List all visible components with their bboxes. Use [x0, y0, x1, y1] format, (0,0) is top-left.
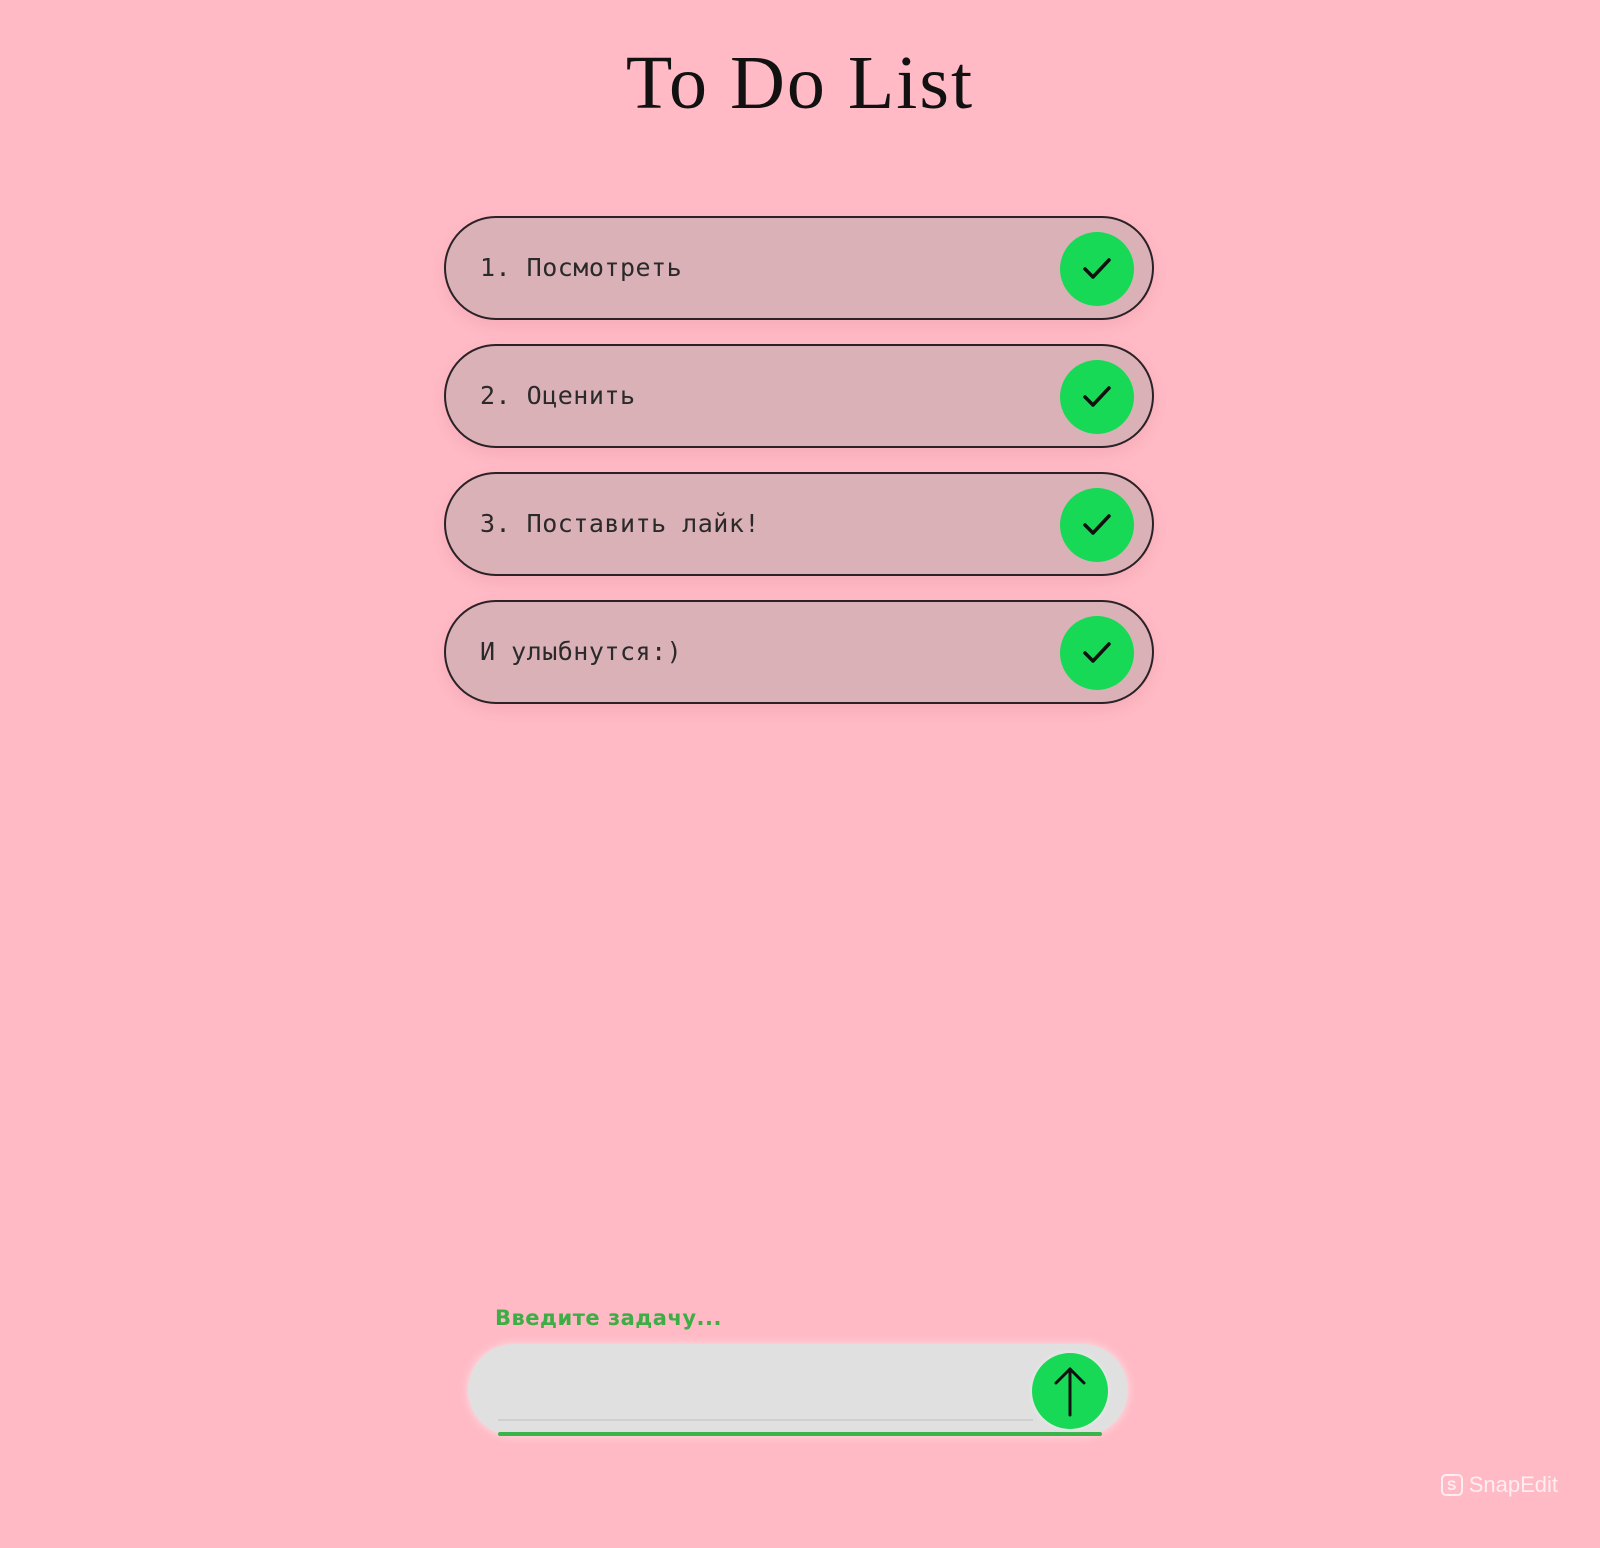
arrow-up-icon [1054, 1367, 1086, 1417]
check-icon [1083, 258, 1111, 279]
check-icon [1083, 514, 1111, 535]
task-text: И улыбнутся:) [480, 637, 683, 666]
task-item: 2. Оценить [444, 344, 1154, 448]
task-text: 3. Поставить лайк! [480, 509, 760, 538]
check-icon [1083, 386, 1111, 407]
page-title: To Do List [625, 41, 975, 125]
complete-task-button[interactable] [1060, 232, 1134, 306]
complete-task-button[interactable] [1060, 488, 1134, 562]
task-input-label: Введите задачу... [495, 1306, 722, 1330]
add-task-button[interactable] [1032, 1353, 1108, 1429]
complete-task-button[interactable] [1060, 616, 1134, 690]
task-item: 3. Поставить лайк! [444, 472, 1154, 576]
task-item: 1. Посмотреть [444, 216, 1154, 320]
task-input-container [468, 1344, 1128, 1436]
task-text: 1. Посмотреть [480, 253, 683, 282]
complete-task-button[interactable] [1060, 360, 1134, 434]
task-input[interactable] [498, 1362, 1032, 1416]
watermark-text: SnapEdit [1468, 1472, 1558, 1497]
input-divider [498, 1419, 1033, 1421]
input-underline [498, 1432, 1102, 1436]
task-text: 2. Оценить [480, 381, 636, 410]
watermark: S SnapEdit [1440, 1472, 1558, 1498]
task-item: И улыбнутся:) [444, 600, 1154, 704]
check-icon [1083, 642, 1111, 663]
snapedit-logo-icon: S [1440, 1474, 1463, 1496]
